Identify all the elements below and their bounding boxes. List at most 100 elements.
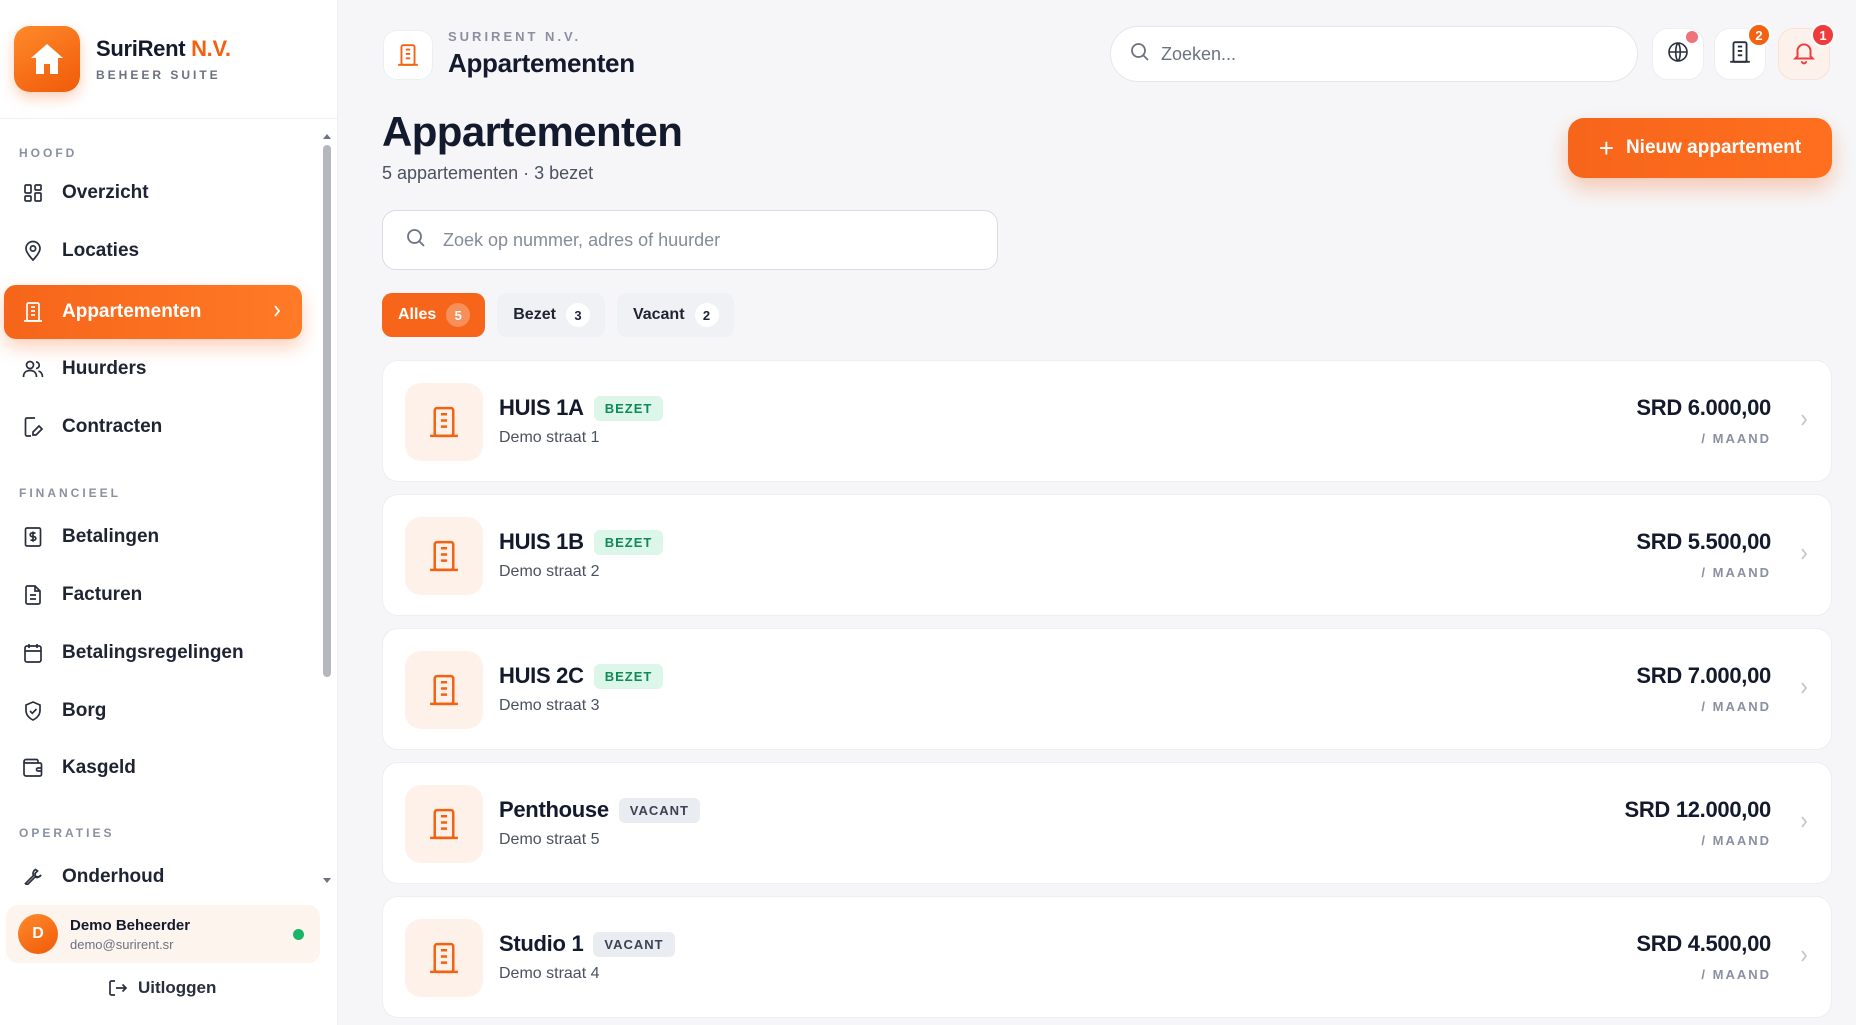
globe-icon [1666,40,1690,69]
apartment-card[interactable]: HUIS 1A BEZET Demo straat 1 SRD 6.000,00 … [382,360,1832,482]
building-icon [405,919,483,997]
sidebar-item-label: Betalingsregelingen [62,642,244,663]
buildings-button[interactable]: 2 [1714,23,1771,80]
scroll-down-arrow-icon[interactable] [322,873,332,883]
brand-subtitle: BEHEER SUITE [96,68,221,82]
chevron-right-icon [1799,545,1809,568]
scroll-up-arrow-icon[interactable] [322,128,332,139]
calendar-icon [20,640,46,666]
nav-section-financieel: FINANCIEEL [19,486,121,500]
apartment-price: SRD 5.500,00 [1636,529,1771,554]
price-period: / MAAND [1701,565,1771,580]
page-title: Appartementen [382,108,683,155]
plus-icon: + [1598,133,1614,163]
language-button[interactable] [1652,28,1704,80]
chevron-right-icon [1799,679,1809,702]
apartment-name: HUIS 1B BEZET [499,529,664,555]
price-period: / MAAND [1701,833,1771,848]
brand[interactable]: SuriRent N.V. BEHEER SUITE [14,26,231,92]
sidebar-scrollbar[interactable] [322,128,332,883]
filter-count: 2 [694,303,719,327]
home-icon [14,26,80,92]
wrench-icon [20,864,46,885]
sidebar-item-label: Appartementen [62,301,202,322]
apartment-card[interactable]: Studio 1 VACANT Demo straat 4 SRD 4.500,0… [382,896,1832,1018]
status-badge: BEZET [593,530,664,555]
divider [0,118,337,119]
search-icon [405,227,427,254]
sidebar-item-kasgeld[interactable]: Kasgeld [4,741,302,795]
global-search[interactable] [1110,26,1638,82]
apartment-search-input[interactable] [443,229,983,251]
apartment-address: Demo straat 3 [499,697,600,714]
sidebar-item-huurders[interactable]: Huurders [4,342,302,396]
notifications-button[interactable]: 1 [1778,23,1835,80]
sidebar-item-overzicht[interactable]: Overzicht [4,166,302,220]
apartment-address: Demo straat 5 [499,831,600,848]
apartment-name: Studio 1 VACANT [499,931,675,957]
building-icon [20,299,46,325]
sidebar-item-appartementen[interactable]: Appartementen [4,285,302,339]
nav-section-operaties: OPERATIES [19,826,115,840]
filter-alles[interactable]: Alles 5 [382,293,486,337]
chevron-right-icon [1799,411,1809,434]
apartment-name: Penthouse VACANT [499,797,700,823]
shield-icon [20,698,46,724]
contract-edit-icon [20,414,46,440]
filter-vacant[interactable]: Vacant 2 [616,293,734,337]
page-subtitle: 5 appartementen · 3 bezet [382,163,594,183]
global-search-input[interactable] [1161,43,1601,65]
sidebar-item-label: Overzicht [62,182,149,203]
new-apartment-label: Nieuw appartement [1625,137,1802,158]
chevron-right-icon [1799,947,1809,970]
apartment-name: HUIS 2C BEZET [499,663,664,689]
apartment-name: HUIS 1A BEZET [499,395,664,421]
sidebar-item-label: Onderhoud [62,866,165,885]
apartment-address: Demo straat 1 [499,429,600,446]
sidebar-item-betalingen[interactable]: Betalingen [4,510,302,564]
building-icon [405,785,483,863]
logout-button[interactable]: Uitloggen [108,978,216,998]
apartment-price: SRD 6.000,00 [1636,395,1771,420]
apartment-price: SRD 4.500,00 [1636,931,1771,956]
apartment-address: Demo straat 4 [499,965,600,982]
sidebar-item-label: Borg [62,700,107,721]
apartment-card[interactable]: Penthouse VACANT Demo straat 5 SRD 12.000… [382,762,1832,884]
apartment-card[interactable]: HUIS 2C BEZET Demo straat 3 SRD 7.000,00 … [382,628,1832,750]
avatar: D [18,914,58,954]
sidebar-item-betalingsregelingen[interactable]: Betalingsregelingen [4,626,302,680]
notifications-badge: 1 [1811,23,1835,47]
filter-label: Vacant [632,306,685,323]
invoice-icon [20,582,46,608]
wallet-icon [20,755,46,781]
dashboard-icon [20,180,46,206]
status-badge: VACANT [593,932,675,957]
filter-label: Bezet [513,306,556,323]
sidebar-item-label: Facturen [62,584,143,605]
sidebar-item-label: Locaties [62,240,140,261]
apartment-card[interactable]: HUIS 1B BEZET Demo straat 2 SRD 5.500,00 … [382,494,1832,616]
header-building-icon [383,30,433,80]
online-status-dot [293,929,304,940]
sidebar-item-onderhoud[interactable]: Onderhoud [4,850,302,885]
filter-bezet[interactable]: Bezet 3 [497,293,605,337]
breadcrumb: SURIRENT N.V. [448,29,582,44]
apartment-search[interactable] [382,210,998,270]
filter-tabs: Alles 5 Bezet 3 Vacant 2 [382,293,746,337]
sidebar-item-facturen[interactable]: Facturen [4,568,302,622]
price-period: / MAAND [1701,431,1771,446]
users-icon [20,356,46,382]
building-icon [1728,40,1752,69]
status-badge: BEZET [593,396,664,421]
scrollbar-thumb[interactable] [323,145,331,677]
status-badge: BEZET [593,664,664,689]
sidebar-item-borg[interactable]: Borg [4,684,302,738]
sidebar-item-locaties[interactable]: Locaties [4,224,302,278]
status-badge: VACANT [618,798,700,823]
building-icon [405,651,483,729]
new-apartment-button[interactable]: + Nieuw appartement [1568,118,1832,178]
user-card[interactable]: D Demo Beheerder demo@surirent.sr [6,905,320,963]
price-period: / MAAND [1701,967,1771,982]
sidebar-item-contracten[interactable]: Contracten [4,400,302,454]
nav-section-hoofd: HOOFD [19,146,78,160]
